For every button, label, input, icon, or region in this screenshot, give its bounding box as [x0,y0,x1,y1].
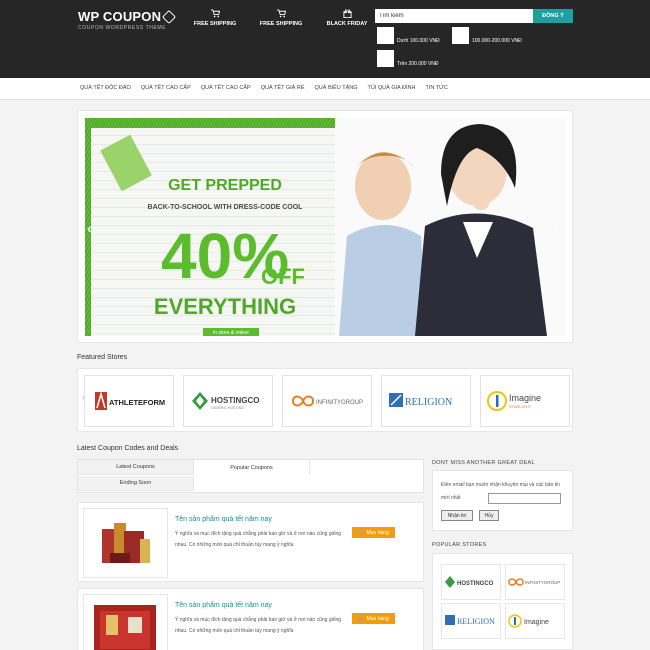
price-filter-100k-200k[interactable]: 100.000-200.000 VNĐ [452,27,522,44]
buy-button[interactable]: 🛒 Mua hàng [352,527,395,538]
cancel-button[interactable]: Hủy [479,510,499,521]
category-nav: QUÀ TẾT ĐỘC ĐÁO QUÀ TẾT CAO CẤP QUÀ TẾT … [0,78,650,100]
cart-icon [276,9,286,18]
slider-next-icon[interactable]: › [554,220,559,236]
price-checkbox[interactable] [377,27,394,44]
buy-button[interactable]: 🛒 Mua hàng [352,613,395,624]
logo-title: WP COUPON [78,9,162,24]
popular-store-imagine[interactable]: Imagine [505,603,565,639]
price-filter-label: 100.000-200.000 VNĐ [472,38,522,44]
svg-text:GENERIC HOSTING: GENERIC HOSTING [211,406,244,410]
product-title[interactable]: Tên sản phẩm quà tết năm nay [175,516,272,523]
svg-text:INFINITYGROUP: INFINITYGROUP [525,580,560,585]
popular-store-hostingco[interactable]: HOSTINGCO [441,564,501,600]
topnav-free-shipping-2[interactable]: FREE SHIPPING [248,9,314,27]
banner-art: GET PREPPED BACK-TO-SCHOOL WITH DRESS-CO… [85,118,566,336]
coupon-tabs: Latest Coupons Popular Coupons Ending So… [77,459,424,493]
search-button[interactable]: ĐỒNG Ý [533,9,573,23]
banner-footer: in store & online [213,330,249,336]
cart-icon: 🛒 [358,529,365,536]
banner-subline: BACK-TO-SCHOOL WITH DRESS-CODE COOL [148,204,304,211]
hostingco-logo: HOSTINGCO GENERIC HOSTING [192,392,259,410]
store-card-imagine[interactable]: Imagine STARLIGHT [480,375,570,427]
price-filter-over-200k[interactable]: Trên 200.000 VNĐ [377,50,439,67]
page: WP COUPON COUPON WORDPRESS THEME FREE SH… [0,0,650,650]
hero-slider: GET PREPPED BACK-TO-SCHOOL WITH DRESS-CO… [77,110,573,343]
tab-ending-soon[interactable]: Ending Soon [78,476,194,491]
popular-stores-box: HOSTINGCO INFINITYGROUP RELIGION Imagine [432,553,573,650]
svg-text:RELIGION: RELIGION [405,397,452,408]
svg-text:HOSTINGCO: HOSTINGCO [211,396,259,405]
site-header: WP COUPON COUPON WORDPRESS THEME FREE SH… [0,0,650,78]
newsletter-title: DONT MISS ANOTHER GREAT DEAL [432,460,535,466]
svg-text:STARLIGHT: STARLIGHT [509,404,532,409]
category-item[interactable]: QUÀ TẾT GIÁ RẺ [261,85,305,91]
topnav-black-friday[interactable]: BLACK FRIDAY [314,9,380,27]
product-description: Ý nghĩa và mục đích tặng quà chẳng phải … [175,617,342,634]
svg-text:RELIGION: RELIGION [457,617,495,626]
category-item[interactable]: QUÀ BIẾU TẶNG [315,85,358,91]
gift-icon [342,9,352,18]
product-title[interactable]: Tên sản phẩm quà tết năm nay [175,602,272,609]
price-checkbox[interactable] [377,50,394,67]
imagine-logo: Imagine STARLIGHT [487,391,541,411]
price-filter-label: Trên 200.000 VNĐ [397,61,439,67]
site-logo[interactable]: WP COUPON COUPON WORDPRESS THEME [78,9,177,31]
infinitygroup-logo: INFINITYGROUP [291,395,363,407]
featured-stores-carousel: ‹ › ATHLETEFORM HOSTINGCO GENERIC HOSTIN… [77,368,573,432]
product-image[interactable] [83,594,168,650]
slider-prev-icon[interactable]: ‹ [87,220,92,236]
price-checkbox[interactable] [452,27,469,44]
svg-text:Imagine: Imagine [509,393,541,403]
store-card-religion[interactable]: RELIGION [381,375,471,427]
category-item[interactable]: QUÀ TẾT ĐỘC ĐÁO [80,85,131,91]
banner-headline: GET PREPPED [168,177,282,194]
popular-store-religion[interactable]: RELIGION [441,603,501,639]
product-card: Tên sản phẩm quà tết năm nay Ý nghĩa và … [77,588,424,650]
banner-off: OFF [261,264,305,289]
svg-text:HOSTINGCO: HOSTINGCO [457,581,494,587]
athleteform-logo: ATHLETEFORM [95,391,165,410]
price-filter-label: Dưới 100.000 VNĐ [397,38,440,44]
product-image[interactable] [83,508,168,578]
topnav-label: FREE SHIPPING [193,21,237,27]
cart-icon [210,9,220,18]
religion-logo: RELIGION [389,393,452,408]
category-item[interactable]: QUÀ TẾT CAO CẤP [141,85,191,91]
top-nav: FREE SHIPPING FREE SHIPPING BLACK FRIDAY [182,9,380,27]
newsletter-email-input[interactable] [488,493,561,504]
search-input[interactable] [375,9,533,23]
svg-text:Imagine: Imagine [524,619,549,626]
product-description: Ý nghĩa và mục đích tặng quà chẳng phải … [175,531,342,548]
topnav-free-shipping-1[interactable]: FREE SHIPPING [182,9,248,27]
subscribe-button[interactable]: Nhận tin [441,510,473,521]
banner-everything: EVERYTHING [154,294,296,319]
topnav-label: FREE SHIPPING [259,21,303,27]
hero-banner[interactable]: GET PREPPED BACK-TO-SCHOOL WITH DRESS-CO… [85,118,566,336]
logo-subtitle: COUPON WORDPRESS THEME [78,25,167,31]
tab-latest-coupons[interactable]: Latest Coupons [78,460,194,475]
topnav-label: BLACK FRIDAY [326,21,368,27]
svg-text:ATHLETEFORM: ATHLETEFORM [109,398,165,407]
category-item[interactable]: TIN TỨC [425,85,447,91]
store-card-hostingco[interactable]: HOSTINGCO GENERIC HOSTING [183,375,273,427]
tag-icon [162,9,177,24]
featured-stores-title: Featured Stores [77,354,128,361]
store-card-athleteform[interactable]: ATHLETEFORM [84,375,174,427]
cart-icon: 🛒 [358,615,365,622]
popular-store-infinitygroup[interactable]: INFINITYGROUP [505,564,565,600]
price-filter-under-100k[interactable]: Dưới 100.000 VNĐ [377,27,440,44]
tab-popular-coupons[interactable]: Popular Coupons [194,460,310,475]
newsletter-box: Điền email bạn muốn nhận khuyến mại và c… [432,470,573,531]
latest-deals-title: Latest Coupon Codes and Deals [77,445,179,452]
svg-text:INFINITYGROUP: INFINITYGROUP [316,400,363,406]
popular-stores-title: POPULAR STORES [432,542,487,548]
category-item[interactable]: TÚI QUÀ GIA ĐÌNH [368,85,416,91]
product-card: Tên sản phẩm quà tết năm nay Ý nghĩa và … [77,502,424,582]
store-card-infinitygroup[interactable]: INFINITYGROUP [282,375,372,427]
category-item[interactable]: QUÀ TẾT CAO CẤP [201,85,251,91]
